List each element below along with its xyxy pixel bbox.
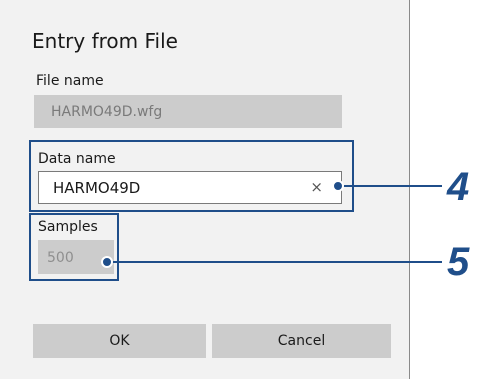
file-name-field: HARMO49D.wfg [34, 95, 342, 128]
dialog-title: Entry from File [32, 29, 178, 53]
callout-number-4: 4 [447, 165, 470, 209]
data-name-callout-line [338, 185, 442, 187]
callout-number-5: 5 [447, 240, 470, 284]
samples-callout-line [107, 261, 442, 263]
screenshot-stage: Entry from File File name HARMO49D.wfg D… [0, 0, 477, 380]
samples-callout-box [29, 213, 119, 281]
data-name-callout-box [29, 140, 354, 212]
samples-callout-dot [101, 256, 113, 268]
file-name-label: File name [36, 73, 104, 89]
data-name-callout-dot [332, 180, 344, 192]
ok-button[interactable]: OK [33, 324, 206, 358]
cancel-button[interactable]: Cancel [212, 324, 391, 358]
